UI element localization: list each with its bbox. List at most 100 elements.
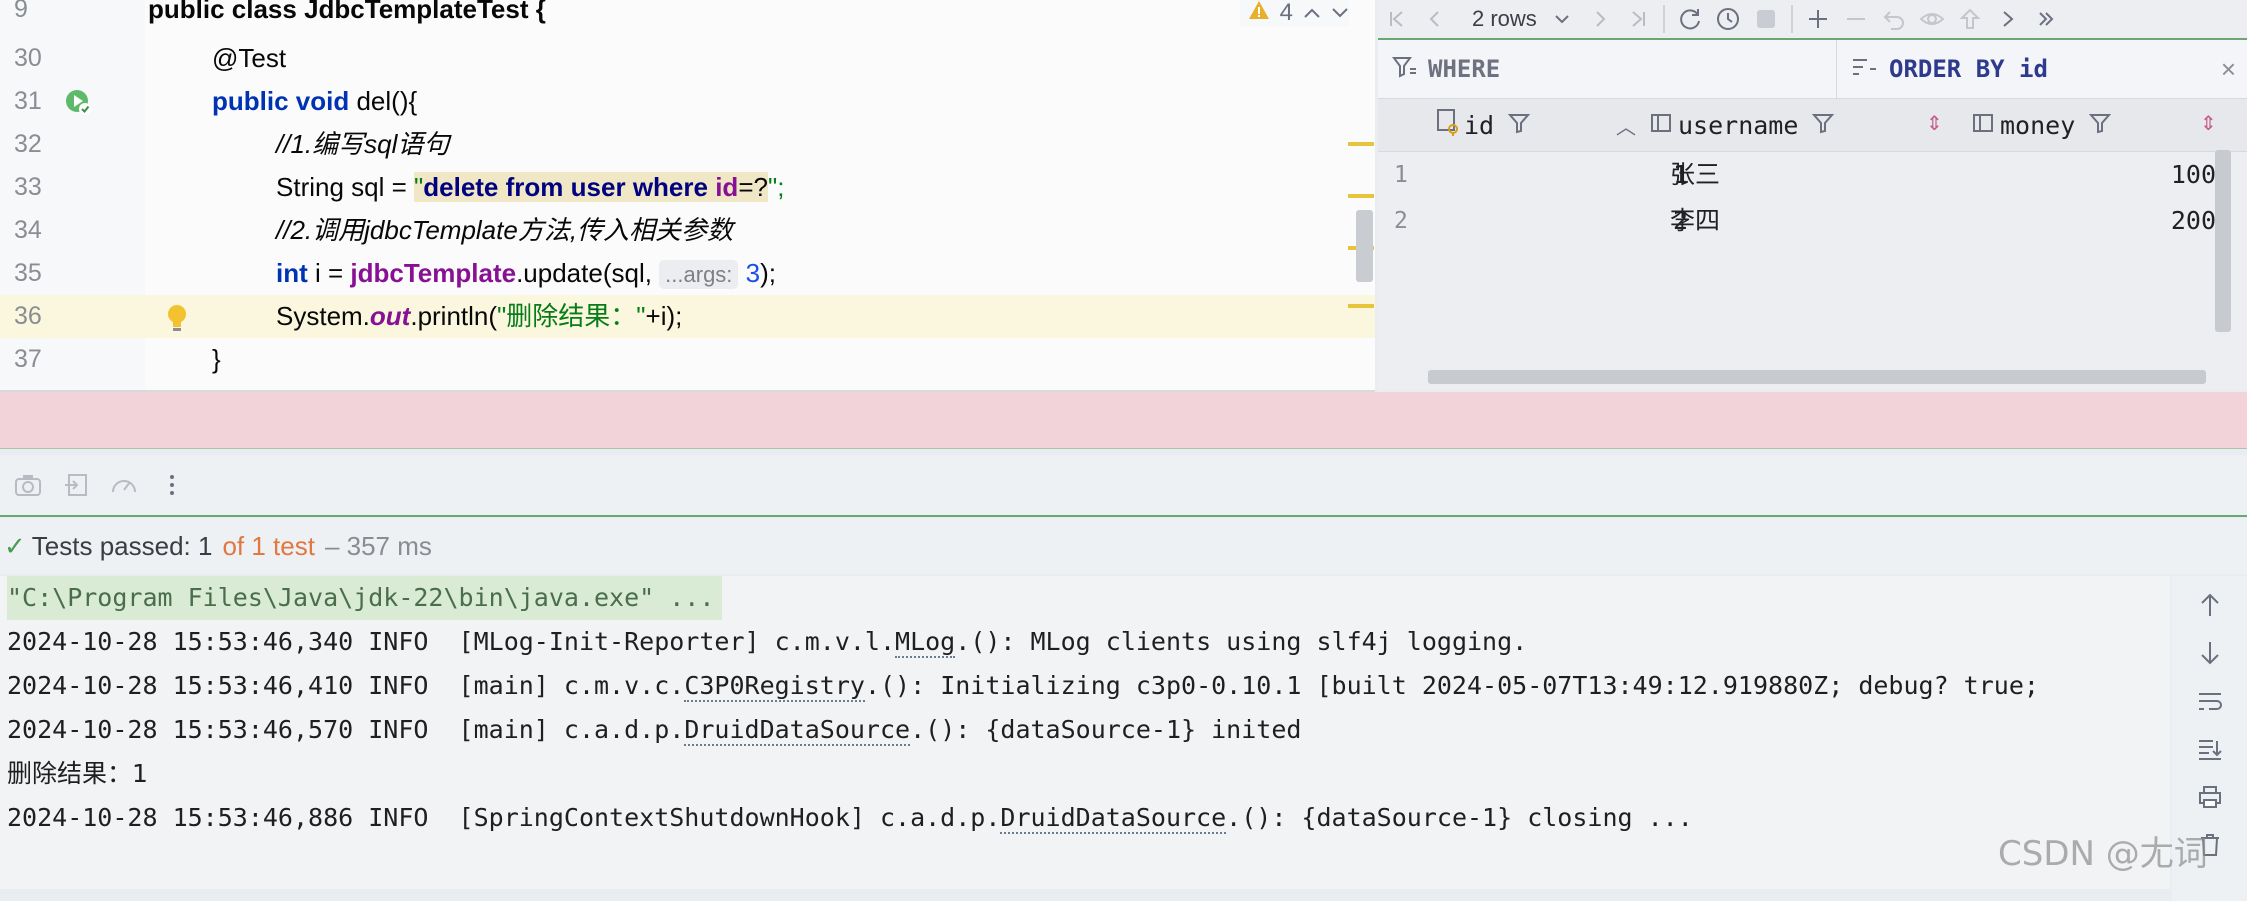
- cell-money[interactable]: 200: [1978, 198, 2216, 244]
- test-count-text: of 1 test: [222, 530, 315, 561]
- filter-icon[interactable]: [2089, 111, 2112, 140]
- run-test-icon[interactable]: [64, 88, 92, 116]
- void-keyword: void: [295, 86, 350, 116]
- add-row-icon[interactable]: [1799, 2, 1837, 36]
- sort-toggle-icon[interactable]: ⇕: [1926, 111, 1943, 136]
- console-output[interactable]: "C:\Program Files\Java\jdk-22\bin\java.e…: [0, 576, 2170, 889]
- table-row[interactable]: 2 2 李四 200: [1378, 198, 2247, 244]
- code-editor[interactable]: 9 public class JdbcTemplateTest { 4 30 @…: [0, 0, 1375, 392]
- chevron-right-icon[interactable]: [1989, 2, 2027, 36]
- first-page-icon[interactable]: [1378, 2, 1416, 36]
- where-filter[interactable]: WHERE: [1378, 40, 1833, 98]
- warning-marker[interactable]: [1348, 142, 1374, 146]
- log-class-link[interactable]: C3P0Registry: [684, 671, 865, 702]
- close-icon[interactable]: ×: [2221, 54, 2236, 85]
- database-results-panel: 2 rows WHERE ORDER BY id × id ︿ username…: [1378, 0, 2247, 390]
- cell-money[interactable]: 100: [1978, 152, 2216, 198]
- revert-icon[interactable]: [1875, 2, 1913, 36]
- order-by-label: ORDER BY id: [1889, 55, 2048, 83]
- sql-open-quote: ": [414, 172, 424, 202]
- log-class-link[interactable]: MLog: [895, 627, 956, 658]
- line-number: 9: [14, 0, 28, 23]
- watermark: CSDN @尢词: [1998, 834, 2208, 874]
- results-vertical-scrollbar[interactable]: [2215, 150, 2231, 332]
- log-class-link[interactable]: DruidDataSource: [684, 715, 911, 746]
- closing-brace: }: [212, 344, 221, 374]
- chevron-down-icon[interactable]: [1543, 2, 1581, 36]
- panel-splitter[interactable]: [0, 392, 2247, 449]
- chevron-up-icon[interactable]: [1303, 0, 1321, 27]
- line-number: 35: [14, 259, 42, 287]
- sql-statement: String sql = "delete from user where id=…: [276, 166, 784, 209]
- run-toolbar: [0, 455, 2247, 517]
- sql-string: "delete from user where id=?: [414, 172, 768, 202]
- editor-scrollbar[interactable]: [1356, 210, 1373, 282]
- arrow-up-icon[interactable]: [2193, 588, 2227, 622]
- chevron-double-right-icon[interactable]: [2027, 2, 2065, 36]
- line-number: 31: [14, 87, 42, 115]
- stop-icon[interactable]: [1747, 2, 1785, 36]
- code-line-37: 37 }: [0, 338, 1375, 381]
- order-by-filter[interactable]: ORDER BY id ×: [1836, 40, 2247, 98]
- print-icon[interactable]: [2193, 780, 2227, 814]
- table-header: id ︿ username ⇕ money ⇕: [1378, 99, 2247, 152]
- arrow-down-icon[interactable]: [2193, 636, 2227, 670]
- args-value: 3: [745, 258, 761, 288]
- scroll-to-end-icon[interactable]: [2193, 732, 2227, 766]
- delete-row-icon[interactable]: [1837, 2, 1875, 36]
- import-icon[interactable]: [56, 465, 96, 505]
- console-log-line: 2024-10-28 15:53:46,570 INFO [main] c.a.…: [7, 708, 1301, 752]
- column-header-money[interactable]: money: [1972, 99, 2112, 151]
- log-class-link[interactable]: DruidDataSource: [1000, 803, 1227, 834]
- log-text: 2024-10-28 15:53:46,886 INFO [SpringCont…: [7, 803, 1001, 832]
- method-declaration: public void del(){: [212, 80, 417, 123]
- chevron-down-icon[interactable]: [1331, 0, 1349, 27]
- filter-icon[interactable]: [1507, 111, 1531, 140]
- jdbc-template-field: jdbcTemplate: [350, 258, 517, 288]
- method-name: del(){: [349, 86, 418, 116]
- warning-marker[interactable]: [1348, 194, 1374, 198]
- test-time-text: – 357 ms: [324, 530, 432, 561]
- code-line-33: 33 String sql = "delete from user where …: [0, 166, 1375, 209]
- soft-wrap-icon[interactable]: [2193, 684, 2227, 718]
- line-number: 34: [14, 216, 42, 244]
- last-page-icon[interactable]: [1619, 2, 1657, 36]
- lightbulb-icon[interactable]: [166, 304, 188, 334]
- column-header-username[interactable]: username: [1650, 99, 1835, 151]
- cell-username[interactable]: 张三: [1650, 152, 1720, 198]
- sort-toggle-icon[interactable]: ⇕: [2200, 111, 2217, 136]
- next-page-icon[interactable]: [1581, 2, 1619, 36]
- system-class: System.: [276, 301, 370, 331]
- sql-where-keyword: where: [632, 172, 708, 202]
- column-icon: [1650, 111, 1672, 140]
- column-header-id[interactable]: id: [1436, 99, 1531, 151]
- view-icon[interactable]: [1913, 2, 1951, 36]
- gauge-icon[interactable]: [104, 465, 144, 505]
- update-end: );: [760, 258, 777, 288]
- sort-asc-icon[interactable]: ︿: [1616, 111, 1636, 140]
- check-icon: ✓: [4, 530, 26, 561]
- results-horizontal-scrollbar[interactable]: [1428, 370, 2206, 384]
- rows-count[interactable]: 2 rows: [1454, 6, 1543, 32]
- warning-marker[interactable]: [1348, 304, 1374, 308]
- print-end: +i);: [645, 301, 683, 331]
- camera-icon[interactable]: [8, 465, 48, 505]
- print-string: "删除结果：": [497, 301, 646, 331]
- table-row[interactable]: 1 1 张三 100: [1378, 152, 2247, 198]
- cell-username[interactable]: 李四: [1650, 198, 1720, 244]
- refresh-icon[interactable]: [1671, 2, 1709, 36]
- sql-placeholder: =?: [738, 172, 768, 202]
- inspection-widget[interactable]: 4: [1239, 0, 1349, 27]
- submit-icon[interactable]: [1951, 2, 1989, 36]
- test-status-bar: ✓ Tests passed: 1 of 1 test – 357 ms: [0, 518, 2247, 574]
- previous-page-icon[interactable]: [1416, 2, 1454, 36]
- line-number: 33: [14, 173, 42, 201]
- int-keyword: int: [276, 258, 308, 288]
- filter-icon[interactable]: [1812, 111, 1835, 140]
- column-name: money: [2000, 110, 2076, 140]
- more-options-icon[interactable]: [152, 465, 192, 505]
- history-icon[interactable]: [1709, 2, 1747, 36]
- row-number: 1: [1394, 162, 1408, 188]
- console-command-line[interactable]: "C:\Program Files\Java\jdk-22\bin\java.e…: [7, 576, 723, 620]
- log-text: .(): {dataSource-1} inited: [910, 715, 1302, 744]
